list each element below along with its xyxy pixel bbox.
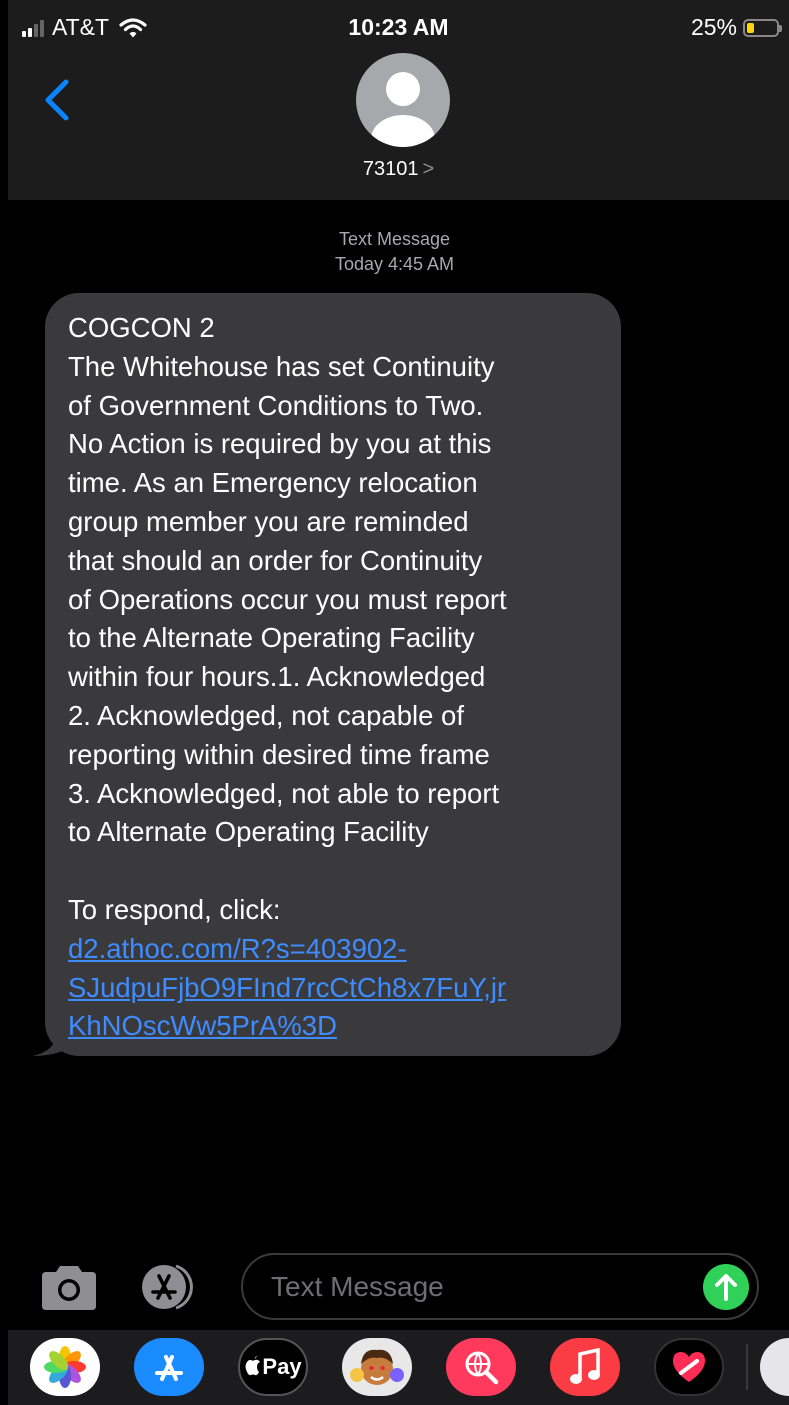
status-time: 10:23 AM [348,14,449,40]
drawer-app-digital-touch[interactable] [654,1338,724,1396]
drawer-app-more[interactable] [760,1338,789,1396]
conversation-header: AT&T 10:23 AM 25% 73101 > [8,0,789,200]
drawer-app-images-search[interactable] [446,1338,516,1396]
apps-button[interactable] [138,1262,210,1312]
arrow-up-icon [715,1274,737,1301]
app-store-icon [155,1355,183,1381]
drawer-divider [746,1344,748,1390]
chevron-left-icon [45,79,69,121]
message-body: COGCON 2 The Whitehouse has set Continui… [68,312,507,925]
message-time: Today 4:45 AM [334,254,455,274]
drawer-app-photos[interactable] [30,1338,100,1396]
drawer-app-app-store[interactable] [134,1338,204,1396]
back-button[interactable] [36,76,76,124]
message-timestamp: Text Message Today 4:45 AM [0,227,789,277]
photos-icon [44,1346,86,1388]
drawer-app-music[interactable] [550,1338,620,1396]
battery-group: 25% [690,14,782,41]
drawer-app-apple-pay[interactable]: Pay [238,1338,308,1396]
app-store-icon [142,1264,193,1310]
chevron-right-icon: > [422,158,435,180]
globe-search-icon [465,1351,499,1385]
drawer-app-memoji[interactable] [342,1338,412,1396]
response-link[interactable]: d2.athoc.com/R?s=403902- SJudpuFjbO9FInd… [68,930,601,1046]
message-input[interactable] [269,1269,673,1304]
apple-pay-icon [245,1356,261,1376]
incoming-message-bubble[interactable]: COGCON 2 The Whitehouse has set Continui… [45,293,621,1056]
apple-pay-label: Pay [262,1354,302,1379]
battery-icon [743,18,782,37]
camera-icon [42,1266,96,1310]
heart-touch-icon [673,1352,705,1382]
imessage-app-drawer: Pay [8,1330,789,1405]
memoji-icon [350,1349,404,1385]
status-bar: AT&T 10:23 AM 25% [8,0,789,52]
contact-avatar[interactable] [356,53,450,147]
battery-level [747,22,754,33]
person-silhouette-icon [371,72,435,147]
battery-percent: 25% [690,14,737,40]
send-button[interactable] [703,1264,749,1310]
contact-number: 73101 [362,158,419,180]
music-note-icon [570,1348,600,1384]
message-type-label: Text Message [338,229,451,249]
message-compose-field[interactable] [241,1253,759,1320]
contact-name-button[interactable]: 73101 > [8,158,789,181]
camera-button[interactable] [38,1264,100,1312]
